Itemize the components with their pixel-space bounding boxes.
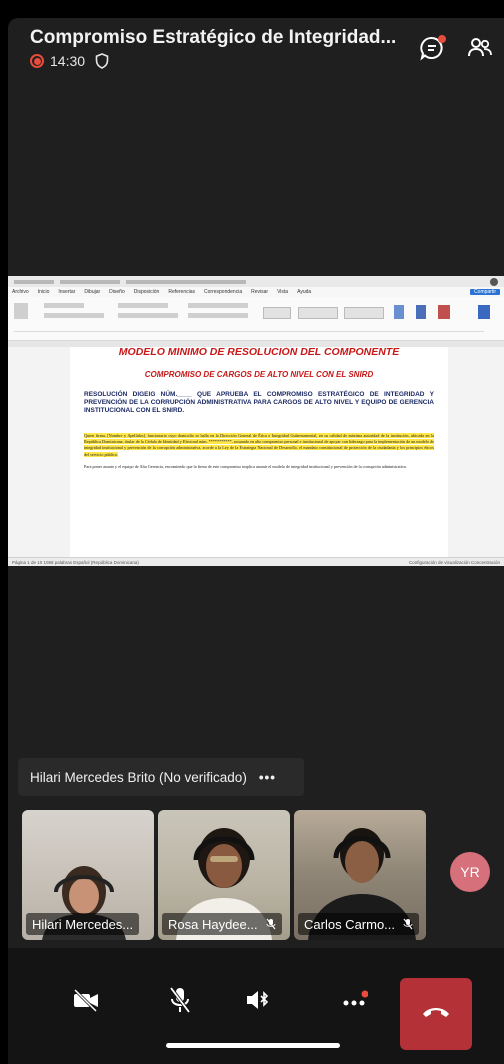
document-resolution: RESOLUCIÓN DIGEIG NÚM.____ QUE APRUEBA E… [84,391,434,414]
participants-button[interactable] [466,36,494,64]
end-call-button[interactable] [400,978,472,1050]
word-view-settings[interactable]: Configuración de visualización Concentra… [409,560,500,565]
meeting-timer: 14:30 [50,53,86,69]
word-menu-bar: Archivo Inicio Insertar Dibujar Diseño D… [8,287,504,297]
menu-vista[interactable]: Vista [277,289,288,295]
menu-referencias[interactable]: Referencias [168,289,195,295]
active-speaker-label[interactable]: Hilari Mercedes Brito (No verificado) ••… [18,758,304,796]
camera-off-icon [72,988,100,1017]
word-ribbon [8,297,504,341]
menu-revisar[interactable]: Revisar [251,289,268,295]
audio-output-button[interactable] [234,978,282,1026]
active-speaker-name: Hilari Mercedes Brito (No verificado) [30,769,247,785]
mic-off-icon [168,986,192,1019]
shared-screen: Archivo Inicio Insertar Dibujar Diseño D… [8,276,504,566]
participant-tile[interactable]: Hilari Mercedes... [22,810,154,940]
meeting-window: Compromiso Estratégico de Integridad... … [8,18,504,1064]
menu-inicio[interactable]: Inicio [38,289,50,295]
word-title-bar [8,276,504,287]
camera-toggle-button[interactable] [62,978,110,1026]
document-paragraph: Para poner asunto y el equipo de Alta Ge… [84,463,407,469]
menu-disposicion[interactable]: Disposición [134,289,160,295]
more-icon[interactable]: ••• [259,770,276,785]
people-icon [467,35,493,66]
chat-button[interactable] [418,35,446,64]
document-paragraph: Quien firma, [Nombre y Apellidos], funci… [84,433,434,457]
mic-off-icon [266,918,276,930]
mic-off-icon [403,918,413,930]
meeting-status: 14:30 [30,53,109,69]
menu-archivo[interactable]: Archivo [12,289,29,295]
menu-diseno[interactable]: Diseño [109,289,125,295]
participant-tile[interactable]: Rosa Haydee... [158,810,290,940]
record-icon [30,54,44,68]
word-status-bar: Página 1 de 10 1058 palabras Español (Re… [8,557,504,566]
profile-icon [490,277,498,286]
menu-ayuda[interactable]: Ayuda [297,289,311,295]
meeting-title[interactable]: Compromiso Estratégico de Integridad... [30,27,396,49]
chat-notification-dot [438,35,446,43]
more-button[interactable] [330,978,378,1026]
avatar[interactable]: YR [450,852,490,892]
document-heading: MODELO MÍNIMO DE RESOLUCIÓN DEL COMPONEN… [118,347,400,358]
meeting-header: Compromiso Estratégico de Integridad... … [8,18,504,88]
more-icon [340,990,369,1015]
menu-dibujar[interactable]: Dibujar [84,289,100,295]
shield-icon [95,53,109,69]
participant-name: Carlos Carmo... [298,913,420,935]
mic-toggle-button[interactable] [156,978,204,1026]
participant-name: Hilari Mercedes... [26,913,140,935]
menu-insertar[interactable]: Insertar [58,289,75,295]
word-status-text: Página 1 de 10 1058 palabras Español (Re… [12,559,139,565]
end-call-icon [421,1004,451,1025]
participant-name: Rosa Haydee... [162,913,282,935]
share-button[interactable]: Compartir [470,289,500,295]
document-page[interactable]: MODELO MÍNIMO DE RESOLUCIÓN DEL COMPONEN… [70,347,448,557]
menu-correspondencia[interactable]: Correspondencia [204,289,242,295]
document-subheading: COMPROMISO DE CARGOS DE ALTO NIVEL CON E… [144,370,374,379]
home-indicator[interactable] [166,1043,340,1048]
speaker-bluetooth-icon [245,988,271,1017]
participant-tile[interactable]: Carlos Carmo... [294,810,426,940]
